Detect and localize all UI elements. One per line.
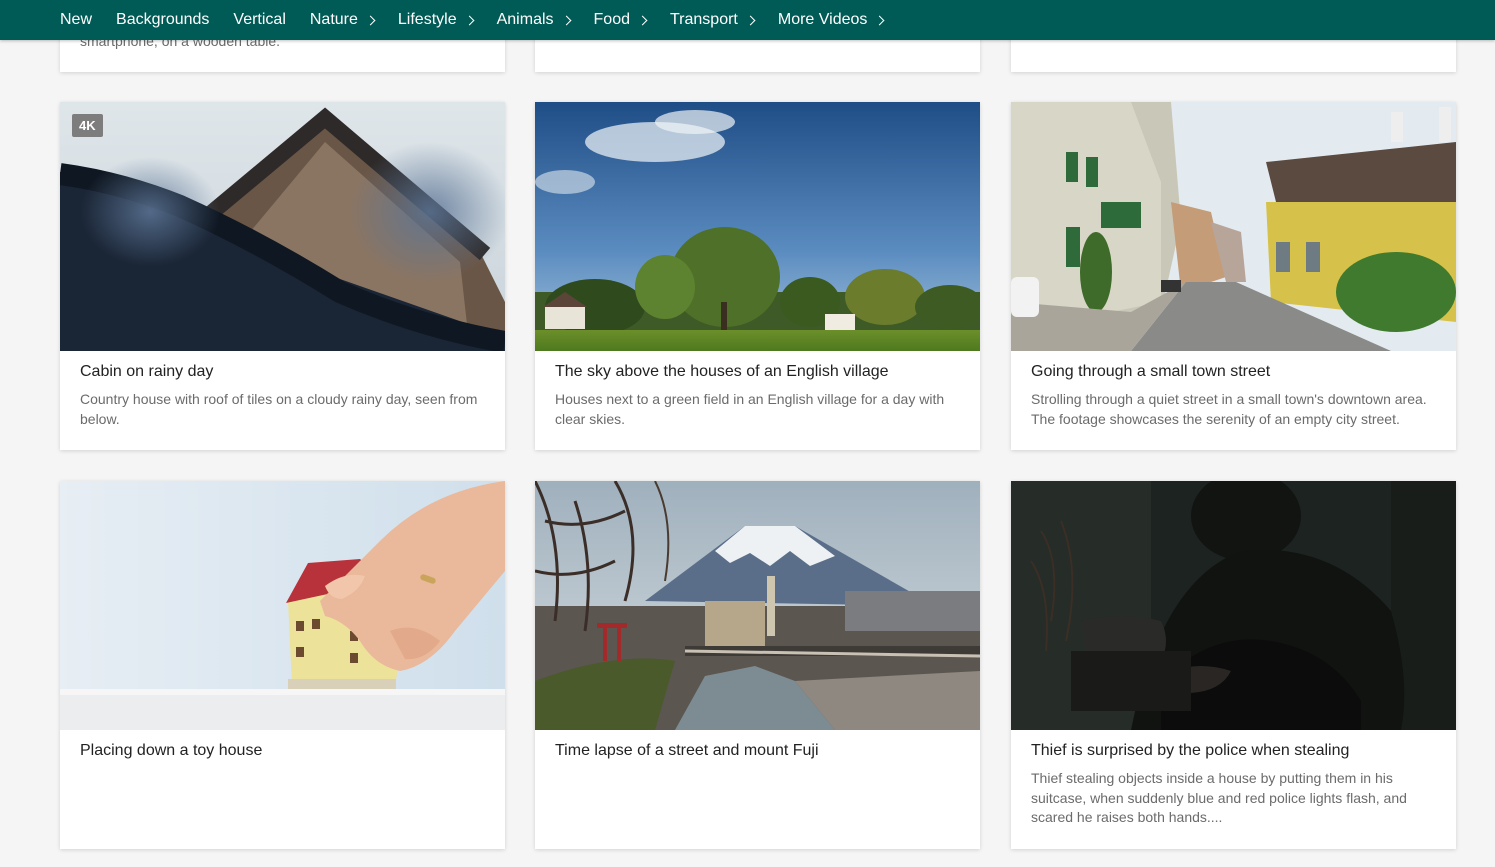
video-card-title[interactable]: Placing down a toy house xyxy=(80,740,485,762)
chevron-right-icon xyxy=(464,15,475,26)
video-card-title[interactable]: Going through a small town street xyxy=(1031,361,1436,383)
nav-item-nature[interactable]: Nature xyxy=(298,11,386,29)
nav-label: Vertical xyxy=(233,11,286,28)
nav-item-vertical[interactable]: Vertical xyxy=(221,11,297,29)
video-thumbnail[interactable] xyxy=(1011,481,1456,730)
nav-label: Transport xyxy=(669,11,738,28)
town-street-image xyxy=(1011,102,1456,351)
video-card-description: Country house with roof of tiles on a cl… xyxy=(80,391,478,427)
video-card[interactable]: Time lapse of a street and mount Fuji xyxy=(535,481,980,849)
chevron-right-icon xyxy=(561,15,571,26)
video-card[interactable]: Thief is surprised by the police when st… xyxy=(1011,481,1456,849)
video-thumbnail[interactable]: 4K xyxy=(60,102,505,351)
chevron-right-icon xyxy=(637,15,648,26)
chevron-right-icon xyxy=(874,15,885,26)
nav-item-lifestyle[interactable]: Lifestyle xyxy=(386,11,485,29)
chevron-right-icon xyxy=(745,15,756,26)
video-card-title[interactable]: Time lapse of a street and mount Fuji xyxy=(555,740,960,762)
resolution-badge: 4K xyxy=(72,114,103,137)
video-card[interactable]: 4K Cabin on rainy day Country house with… xyxy=(60,102,505,450)
toy-house-image xyxy=(60,481,505,730)
video-thumbnail[interactable] xyxy=(60,481,505,730)
video-card-description: Thief stealing objects inside a house by… xyxy=(1031,770,1407,825)
video-thumbnail[interactable] xyxy=(535,102,980,351)
video-thumbnail[interactable] xyxy=(1011,102,1456,351)
video-card-description: Strolling through a quiet street in a sm… xyxy=(1031,391,1427,427)
nav-label: Food xyxy=(593,11,630,28)
nav-label: Backgrounds xyxy=(116,11,210,28)
page: New Backgrounds Vertical Nature Lifestyl… xyxy=(0,0,1495,867)
video-card-title[interactable]: Thief is surprised by the police when st… xyxy=(1031,740,1436,762)
video-card[interactable]: The sky above the houses of an English v… xyxy=(535,102,980,450)
nav-item-transport[interactable]: Transport xyxy=(658,11,766,29)
video-card[interactable]: Placing down a toy house xyxy=(60,481,505,849)
video-card-title[interactable]: Cabin on rainy day xyxy=(80,361,485,383)
mount-fuji-image xyxy=(535,481,980,730)
video-card[interactable]: Going through a small town street Stroll… xyxy=(1011,102,1456,450)
nav-label: Animals xyxy=(496,11,554,28)
english-village-image xyxy=(535,102,980,351)
nav-item-more-videos[interactable]: More Videos xyxy=(766,11,896,29)
nav-item-new[interactable]: New xyxy=(48,11,104,29)
video-card-description: Houses next to a green field in an Engli… xyxy=(555,391,945,427)
video-thumbnail[interactable] xyxy=(535,481,980,730)
nav-label: More Videos xyxy=(777,11,868,28)
nav-label: Nature xyxy=(309,11,358,28)
nav-label: Lifestyle xyxy=(397,11,457,28)
cabin-roof-image xyxy=(60,102,505,351)
nav-label: New xyxy=(60,11,93,28)
nav-item-animals[interactable]: Animals xyxy=(485,11,582,29)
thief-image xyxy=(1011,481,1456,730)
top-nav: New Backgrounds Vertical Nature Lifestyl… xyxy=(0,0,1495,40)
chevron-right-icon xyxy=(365,15,376,26)
nav-item-food[interactable]: Food xyxy=(582,11,658,29)
nav-item-backgrounds[interactable]: Backgrounds xyxy=(104,11,221,29)
video-card-title[interactable]: The sky above the houses of an English v… xyxy=(555,361,960,383)
